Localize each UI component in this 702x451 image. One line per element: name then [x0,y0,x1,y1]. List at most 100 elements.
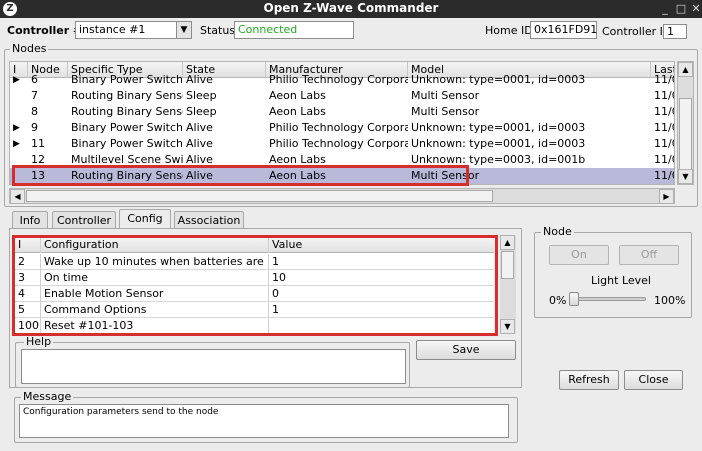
config-value[interactable]: 1 [269,302,494,318]
row-expander-icon[interactable] [10,152,28,168]
node-manufacturer: Aeon Labs [269,89,326,102]
message-text: Configuration parameters send to the nod… [23,407,219,417]
table-row[interactable]: 8 Routing Binary Sensor Sleep Aeon Labs Mult… [10,104,674,120]
tab-controller[interactable]: Controller [52,211,116,229]
row-expander-icon[interactable] [10,88,28,104]
config-vscrollbar[interactable]: ▲ ▼ [500,235,516,334]
table-row[interactable]: 3 On time 10 [15,270,494,286]
nodes-group-label: Nodes [10,42,49,55]
tab-config[interactable]: Config [119,209,171,229]
off-button[interactable]: Off [619,245,679,265]
table-row[interactable]: 2Wake up 10 minutes when batteries are i… [15,254,494,270]
table-row[interactable]: 7 Routing Binary Sensor Sleep Aeon Labs Mult… [10,88,674,104]
node-id: 11 [31,137,45,150]
table-row[interactable]: 4 Enable Motion Sensor 0 [15,286,494,302]
node-id: 7 [31,89,38,102]
save-button-label: Save [452,343,480,356]
controllerid-value: 1 [667,25,674,38]
status-value: Connected [238,23,298,36]
config-value[interactable]: 0 [269,286,494,302]
light-level-label: Light Level [591,274,651,287]
node-manufacturer: Philio Technology Corporation [269,121,408,134]
scroll-up-icon[interactable]: ▲ [678,62,693,77]
nodes-vscrollbar[interactable]: ▲ ▼ [677,61,694,185]
node-type: Routing Binary Sensor [71,169,183,182]
node-lastseen: 11/01/ [654,121,674,134]
table-row[interactable]: 13 Routing Binary Sensor Alive Aeon Labs Mul… [10,168,674,184]
node-model: Multi Sensor [411,105,480,118]
node-group-label: Node [541,225,574,238]
config-index: 100 [15,318,41,333]
tab-association[interactable]: Association [174,211,244,229]
help-group-label: Help [24,335,54,348]
scroll-thumb[interactable] [501,251,514,279]
message-group-label: Message [21,390,74,403]
tab-info[interactable]: Info [12,211,48,229]
help-textarea[interactable] [21,349,406,384]
scroll-down-icon[interactable]: ▼ [500,319,515,334]
slider-max-label: 100% [654,294,686,307]
slider-thumb[interactable] [569,292,579,306]
config-name: Reset #101-103 [41,318,269,333]
node-type: Binary Power Switch [71,73,183,86]
row-expander-icon[interactable]: ▶ [10,72,28,88]
node-manufacturer: Philio Technology Corporation [269,73,408,86]
tab-info-label: Info [19,214,41,227]
config-index: 4 [15,286,41,302]
homeid-label: Home ID [485,24,533,37]
chevron-down-icon[interactable]: ▼ [176,22,191,38]
config-value[interactable]: 1 [269,254,494,270]
config-value[interactable]: 10 [269,270,494,286]
close-button[interactable]: Close [624,370,683,390]
node-lastseen: 11/01/ [654,153,674,166]
refresh-button[interactable]: Refresh [559,370,619,390]
table-row[interactable]: ▶ 6 Binary Power Switch Alive Philio Technol… [10,72,674,88]
table-row[interactable]: 12 Multilevel Scene SwitchAlive Aeon Labs U… [10,152,674,168]
node-model: Unknown: type=0001, id=0003 [411,121,586,134]
light-level-slider[interactable] [569,292,646,306]
minimize-icon[interactable]: _ [658,2,672,16]
table-row[interactable]: 5 Command Options 1 [15,302,494,318]
scroll-down-icon[interactable]: ▼ [678,169,693,184]
node-state: Alive [186,121,213,134]
table-row[interactable]: ▶ 9 Binary Power Switch Alive Philio Technol… [10,120,674,136]
row-expander-icon[interactable] [10,104,28,120]
window-title: Open Z-Wave Commander [263,1,439,15]
row-expander-icon[interactable]: ▶ [10,120,28,136]
scroll-thumb[interactable] [679,98,692,170]
row-expander-icon[interactable]: ▶ [10,136,28,152]
row-expander-icon[interactable] [10,168,28,184]
config-value[interactable] [269,318,494,333]
col-header[interactable]: Value [269,237,494,253]
node-lastseen: 11/01/ [654,73,674,86]
hscroll-thumb[interactable] [26,190,493,202]
close-window-icon[interactable]: ✕ [689,2,702,16]
node-id: 12 [31,153,45,166]
save-button[interactable]: Save [416,340,516,360]
controller-select[interactable]: instance #1 ▼ [75,21,192,39]
scroll-up-icon[interactable]: ▲ [500,235,515,250]
refresh-button-label: Refresh [568,373,610,386]
config-index: 5 [15,302,41,318]
controllerid-field[interactable]: 1 [663,24,687,39]
table-row[interactable]: 100 Reset #101-103 [15,318,494,333]
scroll-right-icon[interactable]: ▶ [659,189,674,204]
status-field: Connected [234,21,354,39]
controllerid-label: Controller ID [602,25,672,38]
node-type: Routing Binary Sensor [71,105,183,118]
nodes-table: I Node Specific Type State Manufacturer … [9,61,675,185]
nodes-hscrollbar[interactable]: ◀ ▶ [9,188,675,204]
config-name: Enable Motion Sensor [41,286,269,302]
message-textarea[interactable]: Configuration parameters send to the nod… [19,404,509,438]
on-button[interactable]: On [549,245,609,265]
col-header[interactable]: I [15,237,41,253]
maximize-icon[interactable]: □ [674,2,688,16]
table-row[interactable]: ▶ 11 Binary Power Switch Alive Philio Techno… [10,136,674,152]
node-manufacturer: Aeon Labs [269,169,326,182]
config-name: Wake up 10 minutes when batteries are in… [41,254,269,270]
node-model: Unknown: type=0003, id=001b [411,153,586,166]
node-state: Sleep [186,105,217,118]
scroll-left-icon[interactable]: ◀ [10,189,25,204]
node-state: Alive [186,73,213,86]
col-header[interactable]: Configuration [41,237,269,253]
